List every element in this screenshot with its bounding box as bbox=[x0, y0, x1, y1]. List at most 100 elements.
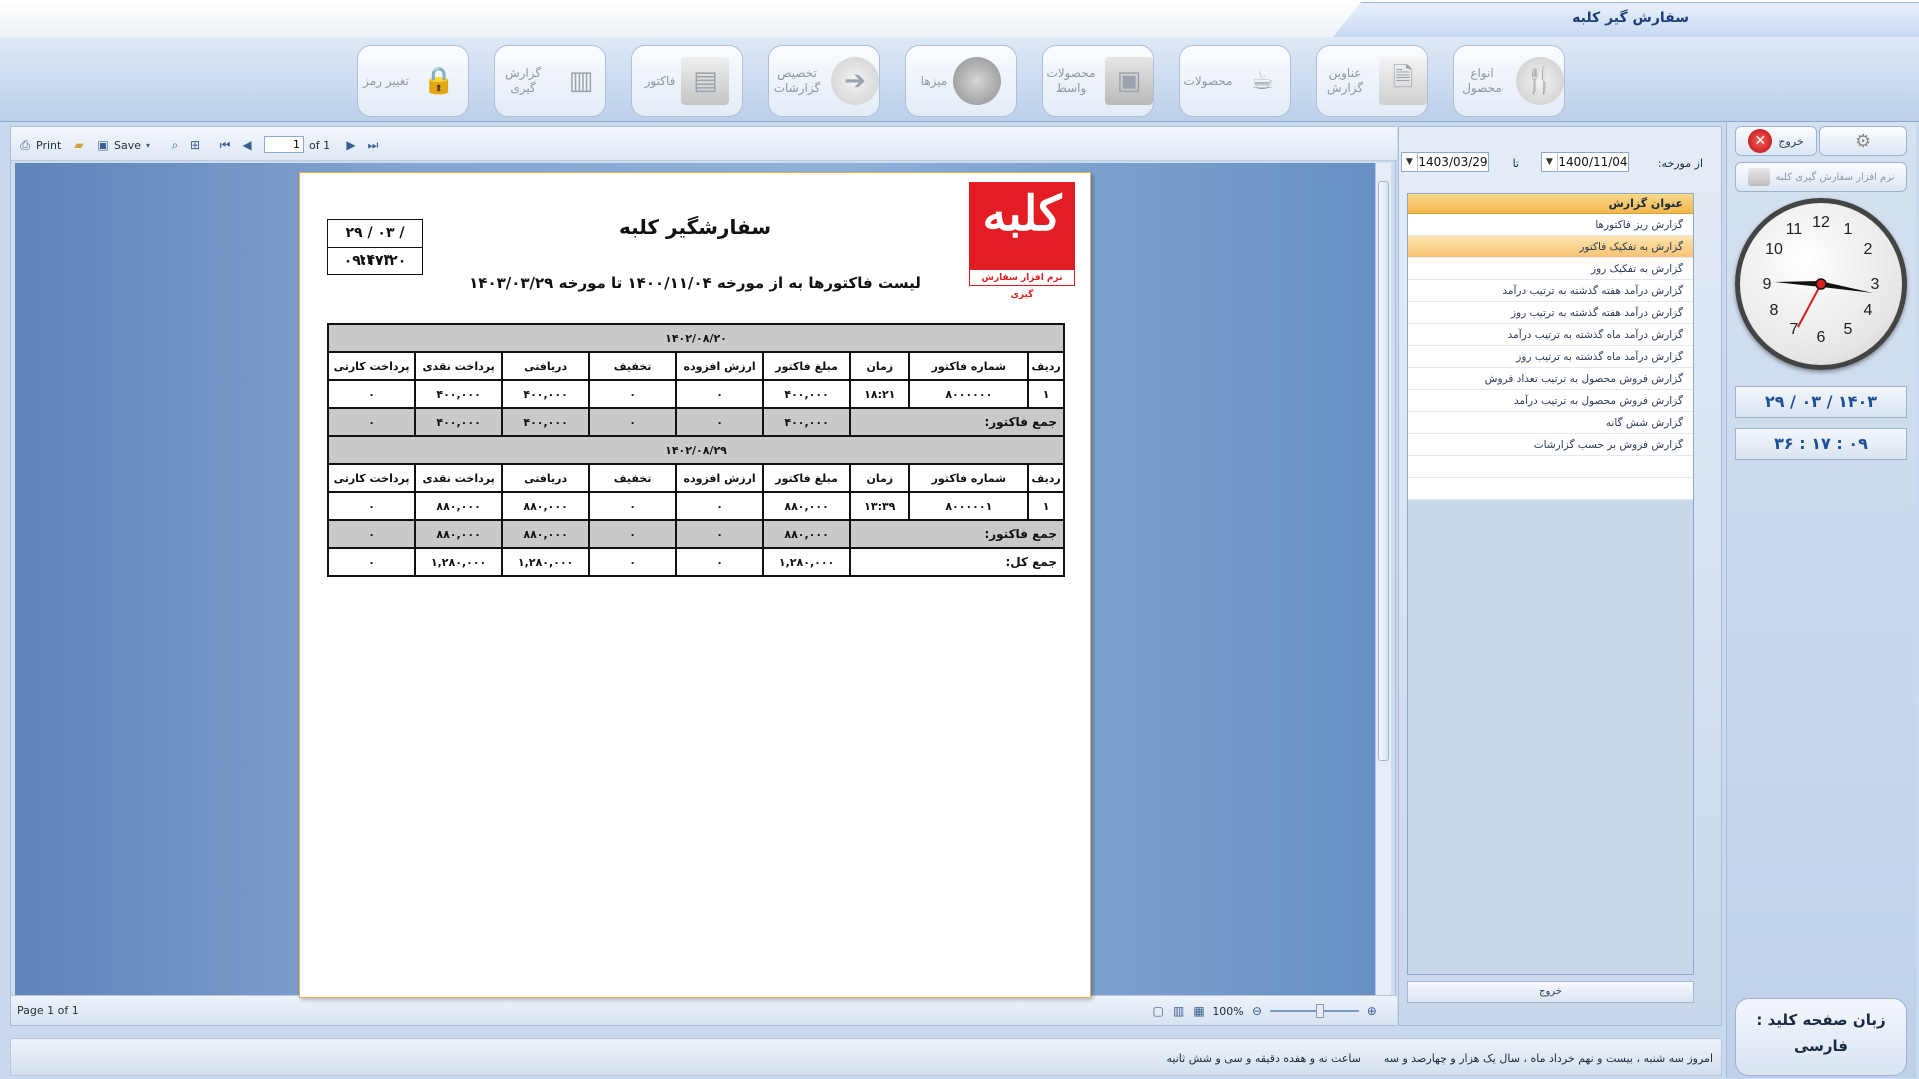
find-button[interactable]: ⌕ bbox=[167, 136, 183, 154]
report-subtitle: لیست فاکتورها به از مورخه ۱۴۰۰/۱۱/۰۴ تا … bbox=[469, 274, 921, 292]
intermediate-products-button[interactable]: محصولات واسط ▣ bbox=[1042, 45, 1154, 117]
current-date: ۱۴۰۳ / ۰۳ / ۲۹ bbox=[1735, 386, 1907, 418]
page-number-input[interactable] bbox=[264, 136, 304, 153]
analog-clock: 12 1 2 3 4 5 6 7 8 9 10 11 bbox=[1735, 198, 1907, 370]
list-item[interactable]: گزارش درآمد ماه گذشته به ترتیب روز bbox=[1408, 346, 1693, 368]
report-titles-button[interactable]: عناوین گزارش 🗎 bbox=[1316, 45, 1428, 117]
panel-exit-button[interactable]: خروج bbox=[1407, 981, 1694, 1003]
chart-icon: ▥ bbox=[568, 66, 594, 96]
product-types-button[interactable]: انواع محصول 🍴 bbox=[1453, 45, 1565, 117]
from-date-picker[interactable]: ▼ 1400/11/04 bbox=[1541, 152, 1629, 172]
date-band: ۱۴۰۲/۰۸/۲۹ bbox=[327, 435, 1065, 465]
assign-reports-button[interactable]: تخصیص گزارشات ➔ bbox=[768, 45, 880, 117]
col-header: دریافتی bbox=[501, 463, 591, 493]
clock-number: 11 bbox=[1786, 221, 1803, 238]
page-setup-icon: ⊞ bbox=[189, 138, 201, 152]
clock-center bbox=[1815, 278, 1827, 290]
zoom-out-icon[interactable]: ⊖ bbox=[1250, 1003, 1264, 1019]
invoice-button[interactable]: فاکتور ▤ bbox=[631, 45, 743, 117]
cell: ۰ bbox=[675, 547, 765, 577]
print-button[interactable]: ⎙ Print bbox=[17, 136, 61, 154]
cell: ۴۰۰,۰۰۰ bbox=[762, 379, 852, 409]
column-header-row: ردیف شماره فاکتور زمان مبلغ فاکتور ارزش … bbox=[326, 463, 1065, 493]
zoom-value: 100% bbox=[1212, 1004, 1244, 1018]
cell: ۰ bbox=[326, 519, 417, 549]
cell: ۱,۲۸۰,۰۰۰ bbox=[414, 547, 504, 577]
cell: ۰ bbox=[588, 519, 678, 549]
vertical-scrollbar[interactable] bbox=[1375, 163, 1391, 995]
chevron-down-icon[interactable]: ▼ bbox=[1402, 153, 1418, 171]
report-selection-panel: از مورخه: ▼ 1400/11/04 تا ▼ 1403/03/29 ع… bbox=[1398, 126, 1722, 1026]
print-stamp: ۲۹ / ۰۳ / ۱۴۰۳ ۰۹:۱۷:۲۰ bbox=[327, 219, 423, 275]
group-date: ۱۴۰۲/۰۸/۲۹ bbox=[327, 435, 1065, 465]
save-button[interactable]: ▣ Save ▾ bbox=[95, 136, 152, 154]
cell: ۱۳:۳۹ bbox=[849, 491, 911, 521]
to-date-label: تا bbox=[1512, 157, 1519, 170]
invoice-icon: ▤ bbox=[681, 57, 730, 105]
cell: ۸۸۰,۰۰۰ bbox=[501, 519, 591, 549]
list-item[interactable]: گزارش فروش محصول به ترتیب تعداد فروش bbox=[1408, 368, 1693, 390]
grand-total-row: جمع کل: ۱,۲۸۰,۰۰۰ ۰ ۰ ۱,۲۸۰,۰۰۰ ۱,۲۸۰,۰۰… bbox=[326, 547, 1065, 577]
hour-hand bbox=[1774, 281, 1821, 287]
col-header: زمان bbox=[849, 463, 911, 493]
list-item[interactable]: گزارش ریز فاکتورها bbox=[1408, 214, 1693, 236]
col-header: مبلغ فاکتور bbox=[762, 351, 852, 381]
view-single-icon[interactable]: ▢ bbox=[1151, 1003, 1165, 1019]
reporting-label: گزارش گیری bbox=[504, 66, 542, 95]
cell: ۰ bbox=[588, 379, 678, 409]
zoom-slider-knob[interactable] bbox=[1316, 1004, 1325, 1018]
list-item[interactable]: گزارش درآمد ماه گذشته به ترتیب درآمد bbox=[1408, 324, 1693, 346]
exit-button[interactable]: خروج ✕ bbox=[1735, 126, 1817, 156]
viewer-toolbar: ⎙ Print ▰ ▣ Save ▾ ⌕ ⊞ ⏮ ◀ of 1 ▶ bbox=[11, 127, 1397, 161]
cell: ۸۸۰,۰۰۰ bbox=[762, 519, 852, 549]
list-item[interactable]: گزارش شش گانه bbox=[1408, 412, 1693, 434]
view-double-icon[interactable]: ▥ bbox=[1171, 1003, 1185, 1019]
chevron-down-icon: ▾ bbox=[146, 140, 151, 150]
col-header: زمان bbox=[849, 351, 911, 381]
last-page-button[interactable]: ⏭ bbox=[365, 136, 381, 154]
to-date-picker[interactable]: ▼ 1403/03/29 bbox=[1401, 152, 1489, 172]
reporting-button[interactable]: گزارش گیری ▥ bbox=[494, 45, 606, 117]
col-header: پرداخت کارتی bbox=[326, 351, 417, 381]
status-date-text: امروز سه شنبه ، بیست و نهم خرداد ماه ، س… bbox=[1383, 1052, 1713, 1065]
first-page-button[interactable]: ⏮ bbox=[217, 136, 233, 154]
zoom-slider[interactable] bbox=[1270, 1004, 1359, 1018]
next-page-button[interactable]: ▶ bbox=[343, 136, 359, 154]
col-header: ارزش افزوده bbox=[675, 463, 765, 493]
list-item[interactable]: گزارش درآمد هفته گذشته به ترتیب روز bbox=[1408, 302, 1693, 324]
status-bar: امروز سه شنبه ، بیست و نهم خرداد ماه ، س… bbox=[10, 1038, 1722, 1076]
scrollbar-thumb[interactable] bbox=[1378, 181, 1389, 761]
col-header: شماره فاکتور bbox=[908, 351, 1030, 381]
clock-number: 1 bbox=[1844, 221, 1853, 238]
list-item[interactable]: گزارش فروش بر حسب گزارشات bbox=[1408, 434, 1693, 456]
open-button[interactable]: ▰ bbox=[71, 136, 87, 154]
tables-button[interactable]: میزها bbox=[905, 45, 1017, 117]
lock-icon: 🔒 bbox=[422, 66, 456, 96]
zoom-in-icon[interactable]: ⊕ bbox=[1365, 1003, 1379, 1019]
total-label: جمع کل: bbox=[849, 547, 1065, 577]
cell: ۱ bbox=[1027, 379, 1065, 409]
col-header: ردیف bbox=[1027, 463, 1065, 493]
list-item[interactable]: گزارش به تفکیک روز bbox=[1408, 258, 1693, 280]
prev-page-button[interactable]: ◀ bbox=[239, 136, 255, 154]
page-setup-button[interactable]: ⊞ bbox=[187, 136, 203, 154]
view-multi-icon[interactable]: ▦ bbox=[1192, 1003, 1206, 1019]
settings-button[interactable]: ⚙ bbox=[1819, 126, 1907, 156]
clock-number: 10 bbox=[1765, 241, 1783, 258]
list-item-empty bbox=[1408, 456, 1693, 478]
binoculars-icon: ⌕ bbox=[171, 137, 179, 152]
cell: ۸۰۰۰۰۰۰ bbox=[908, 379, 1030, 409]
list-item[interactable]: گزارش فروش محصول به ترتیب درآمد bbox=[1408, 390, 1693, 412]
list-item-empty bbox=[1408, 478, 1693, 500]
folder-icon: ▰ bbox=[74, 138, 84, 152]
list-item-selected[interactable]: گزارش به تفکیک فاکتور bbox=[1408, 236, 1693, 258]
change-password-button[interactable]: تغییر رمز 🔒 bbox=[357, 45, 469, 117]
products-label: محصولات bbox=[1183, 73, 1233, 88]
chevron-down-icon[interactable]: ▼ bbox=[1542, 153, 1558, 171]
app-info-button[interactable]: نرم افزار سفارش گیری کلبه bbox=[1735, 162, 1907, 192]
clock-face: 12 1 2 3 4 5 6 7 8 9 10 11 bbox=[1763, 214, 1880, 346]
list-item[interactable]: گزارش درآمد هفته گذشته به ترتیب درآمد bbox=[1408, 280, 1693, 302]
print-label: Print bbox=[36, 138, 62, 152]
date-band: ۱۴۰۲/۰۸/۲۰ bbox=[327, 323, 1065, 353]
products-button[interactable]: محصولات ☕ bbox=[1179, 45, 1291, 117]
